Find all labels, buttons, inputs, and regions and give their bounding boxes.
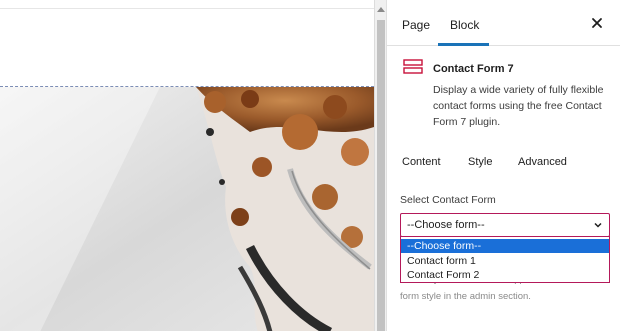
sidebar-tabs: Page Block [387,0,620,46]
active-tab-indicator [438,43,489,46]
subtab-advanced[interactable]: Advanced [518,156,567,168]
settings-sidebar: Page Block Contact Form 7 Display a wide… [386,0,620,331]
block-subtabs: Content Style Advanced [387,156,620,174]
block-description: Display a wide variety of fully flexible… [433,84,604,128]
canvas-divider [0,8,374,9]
form-icon [403,59,423,74]
editor-canvas [0,0,374,331]
select-option[interactable]: --Choose form-- [401,239,609,253]
select-option[interactable]: Contact form 1 [401,254,609,268]
block-title: Contact Form 7 [433,63,514,75]
tab-page[interactable]: Page [402,18,430,32]
select-value: --Choose form-- [407,219,485,231]
scrollbar-thumb[interactable] [377,20,385,331]
scroll-up-arrow-icon[interactable] [377,7,385,12]
close-icon[interactable] [590,16,604,30]
subtab-style[interactable]: Style [468,156,492,168]
tab-block[interactable]: Block [450,18,479,32]
chevron-down-icon [594,222,602,228]
select-option[interactable]: Contact Form 2 [401,268,609,282]
help-text: form style in the admin section. [400,291,531,302]
contact-form-select[interactable]: --Choose form-- [400,213,610,237]
select-form-label: Select Contact Form [400,194,496,206]
pizza-image [0,87,374,331]
image-block[interactable] [0,86,374,331]
canvas-scrollbar[interactable] [374,0,386,331]
subtab-content[interactable]: Content [402,156,441,168]
select-dropdown-list: --Choose form-- Contact form 1 Contact F… [400,236,610,283]
